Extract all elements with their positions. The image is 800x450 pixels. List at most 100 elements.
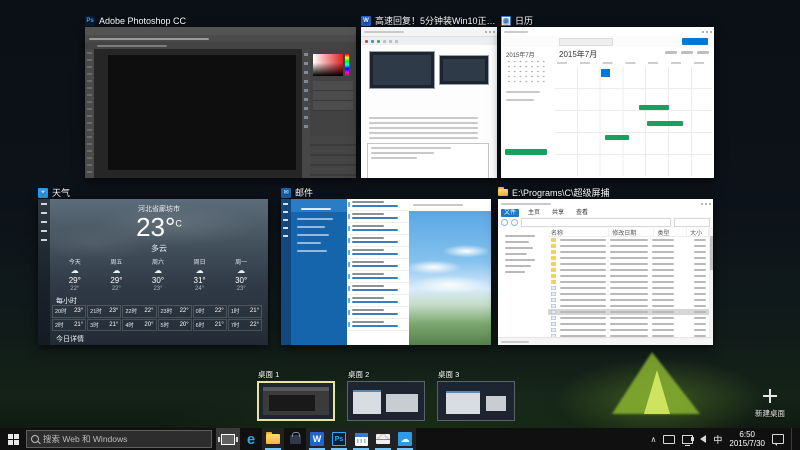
touch-keyboard-icon[interactable]	[663, 435, 675, 444]
column-header: 修改日期	[609, 228, 654, 237]
new-desktop-button[interactable]: 新建桌面	[746, 382, 794, 424]
tray-expand-icon[interactable]: ∧	[651, 435, 657, 444]
window-weather-thumbnail[interactable]: 河北省廊坊市 23°C 多云 今天 ☁ 29° 22° 周五 ☁ 29° 22°…	[38, 199, 268, 345]
desktop-1-thumbnail[interactable]	[257, 381, 335, 421]
search-input[interactable]	[43, 434, 207, 444]
hourly-cell: 1时21°	[228, 305, 262, 318]
file-icon	[551, 262, 556, 266]
mail-account-header	[291, 199, 347, 212]
ribbon-tab: 查看	[573, 209, 591, 217]
window-photoshop[interactable]: Ps Adobe Photoshop CC	[85, 14, 356, 178]
window-weather[interactable]: ☀ 天气 河北省廊坊市 23°C 多云 今天 ☁ 29° 22° 周五 ☁ 29…	[38, 186, 268, 345]
photoshop-panel-iconstrip	[302, 49, 310, 178]
desktop-3-thumbnail[interactable]	[437, 381, 515, 421]
ribbon-tab: 共享	[549, 209, 567, 217]
window-forum[interactable]: W 高速回复！5分钟装Win10正式版...	[361, 14, 497, 178]
weather-nav-strip	[38, 199, 50, 345]
taskbar-calendar[interactable]	[350, 428, 372, 450]
calendar-taskbar-icon	[355, 433, 368, 446]
window-calendar[interactable]: ▦ 日历 2015年7月 2015年7月	[501, 14, 714, 178]
event-bar	[639, 105, 669, 110]
photoshop-taskbar-icon: Ps	[332, 432, 346, 446]
panel-row	[313, 101, 353, 111]
show-desktop-button[interactable]	[791, 428, 796, 450]
new-desktop-label: 新建桌面	[755, 408, 785, 419]
window-mail[interactable]: ✉ 邮件	[281, 186, 491, 345]
taskbar-store[interactable]	[284, 428, 306, 450]
hourly-cell: 6时21°	[193, 319, 227, 332]
window-calendar-thumbnail[interactable]: 2015年7月 2015年7月	[501, 27, 714, 178]
mail-nav-strip	[281, 199, 291, 345]
taskbar-photoshop[interactable]: Ps	[328, 428, 350, 450]
navigation-tree	[498, 228, 549, 338]
window-weather-title: 天气	[52, 186, 70, 199]
taskbar-edge[interactable]: e	[240, 428, 262, 450]
ribbon-tab: 主页	[525, 209, 543, 217]
file-icon	[551, 328, 556, 332]
agenda-event	[505, 149, 547, 155]
window-mail-thumbnail[interactable]	[281, 199, 491, 345]
address-field	[521, 218, 671, 227]
today-cell	[601, 69, 610, 77]
event-bar	[647, 121, 683, 126]
window-forum-thumbnail[interactable]	[361, 27, 497, 178]
panel-row	[313, 91, 353, 101]
window-controls	[701, 203, 713, 205]
mail-message-list	[347, 199, 410, 345]
file-list-pane: 名称修改日期类型大小	[548, 228, 709, 338]
hourly-cell: 7时22°	[228, 319, 262, 332]
window-explorer-thumbnail[interactable]: 文件主页共享查看 名称修改日期类型大小	[498, 199, 713, 345]
column-header: 大小	[687, 228, 709, 237]
cloud-icon: ☁	[154, 267, 162, 275]
taskbar-weather[interactable]: ☁	[394, 428, 416, 450]
action-center-icon[interactable]	[772, 434, 784, 444]
photoshop-app-titlebar	[85, 27, 356, 35]
ime-indicator[interactable]: 中	[713, 433, 722, 446]
taskbar-file-explorer[interactable]	[262, 428, 284, 450]
taskbar-search[interactable]	[26, 430, 212, 448]
hourly-cell: 21时23°	[87, 305, 121, 318]
desktop-2-thumbnail[interactable]	[347, 381, 425, 421]
taskbar-mail[interactable]	[372, 428, 394, 450]
weather-app-icon: ☀	[38, 188, 48, 198]
window-calendar-title: 日历	[515, 14, 533, 27]
file-icon	[551, 244, 556, 248]
edge-icon: e	[247, 432, 255, 447]
hourly-cell: 20时23°	[52, 305, 86, 318]
scrollbar[interactable]	[709, 228, 713, 338]
hourly-cell: 4时20°	[122, 319, 156, 332]
cloud-icon: ☁	[196, 267, 204, 275]
window-explorer-title: E:\Programs\C\超级屏捕	[512, 186, 610, 199]
embedded-screenshot	[439, 55, 489, 85]
photoshop-panels	[310, 49, 356, 178]
message-list-item	[347, 199, 409, 211]
message-list-item	[347, 295, 409, 307]
taskbar-w-app[interactable]: W	[306, 428, 328, 450]
search-icon	[31, 435, 39, 443]
message-list-item	[347, 247, 409, 259]
column-header: 名称	[548, 228, 609, 237]
weather-taskbar-icon: ☁	[398, 432, 412, 446]
file-icon	[551, 274, 556, 278]
forum-toolbar	[361, 37, 497, 45]
mini-month-label: 2015年7月	[506, 50, 535, 59]
taskbar-clock[interactable]: 6:50 2015/7/30	[729, 430, 765, 448]
start-button[interactable]	[0, 428, 26, 450]
message-list-item	[347, 271, 409, 283]
window-explorer[interactable]: E:\Programs\C\超级屏捕 文件主页共享查看 名称修改日期类型大小	[498, 186, 713, 345]
task-view-button[interactable]	[216, 428, 240, 450]
calendar-app-icon: ▦	[501, 16, 511, 26]
photoshop-document	[108, 55, 296, 170]
mail-app-icon: ✉	[281, 188, 291, 198]
window-photoshop-thumbnail[interactable]	[85, 27, 356, 178]
column-header: 类型	[654, 228, 687, 237]
month-header: 2015年7月	[559, 49, 597, 60]
desktop-2-label: 桌面 2	[348, 369, 369, 380]
reply-box	[367, 143, 489, 178]
file-icon	[551, 292, 556, 296]
daily-forecast: 今天 ☁ 29° 22° 周五 ☁ 29° 22° 周六 ☁ 30° 23° 周…	[54, 257, 262, 293]
desktop-1-label: 桌面 1	[258, 369, 279, 380]
window-forum-title: 高速回复！5分钟装Win10正式版...	[375, 14, 497, 27]
window-mail-title: 邮件	[295, 186, 313, 199]
volume-icon[interactable]	[700, 435, 706, 443]
